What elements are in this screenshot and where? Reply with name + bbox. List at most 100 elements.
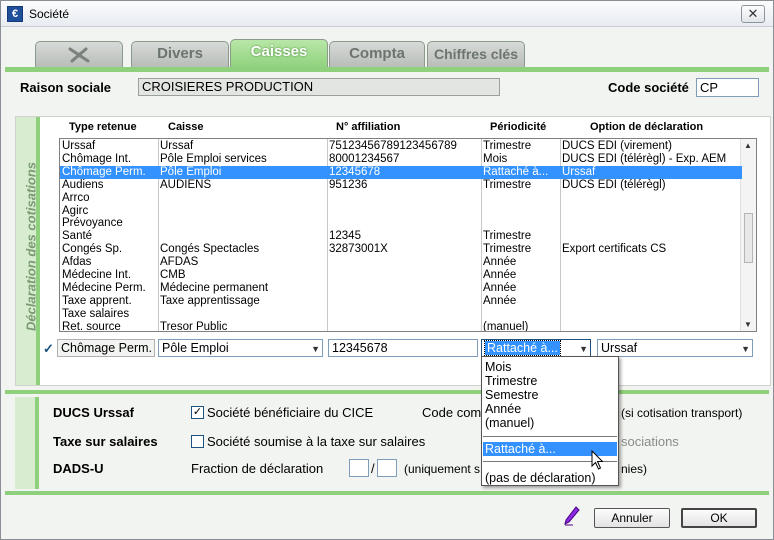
cancel-button[interactable]: Annuler: [594, 508, 670, 528]
table-cell: Médecine Perm.: [62, 281, 146, 294]
table-cell: [483, 308, 560, 321]
table-cell: Taxe apprentissage: [160, 294, 260, 307]
table-cell: Congés Spectacles: [160, 243, 260, 256]
table-row[interactable]: Médecine Perm. Médecine permanent Année: [60, 282, 742, 295]
table-row[interactable]: Chômage Int. Pôle Emploi services 80001234…: [60, 153, 742, 166]
scroll-thumb[interactable]: [744, 213, 753, 263]
table-row[interactable]: Taxe salaires: [60, 308, 742, 321]
table-cell: Trimestre: [483, 243, 532, 256]
table-cell: AFDAS: [160, 256, 199, 269]
table-cell: [562, 192, 740, 205]
table-cell: [562, 230, 740, 243]
edit-periodicite-select[interactable]: Rattaché à... ▼: [481, 339, 591, 357]
header-row: Raison sociale CROISIERES PRODUCTION Cod…: [5, 73, 769, 103]
table-cell: Chômage Perm.: [62, 165, 146, 178]
col-periodicite: Périodicité: [490, 121, 547, 133]
code-societe-input[interactable]: CP: [696, 78, 759, 97]
option-annee[interactable]: Année: [485, 402, 521, 416]
table-row[interactable]: Taxe apprent. Taxe apprentissage Année: [60, 295, 742, 308]
table-row[interactable]: Santé 12345 Trimestre: [60, 230, 742, 243]
edit-caisse-select[interactable]: Pôle Emploi ▼: [158, 339, 323, 357]
mouse-cursor-icon: [591, 450, 604, 470]
table-cell: Rattaché à...: [483, 165, 549, 178]
table-cell: DUCS EDI (virement): [562, 140, 672, 152]
table-cell: Agirc: [62, 204, 89, 217]
col-type-retenue: Type retenue: [69, 121, 137, 133]
table-row[interactable]: Afdas AFDAS Année: [60, 256, 742, 269]
table-row[interactable]: Audiens AUDIENS 951236 Trimestre DUCS EDI (t…: [60, 179, 742, 192]
table-cell: [329, 205, 481, 218]
close-button[interactable]: ✕: [741, 5, 765, 23]
check-icon: ✓: [43, 341, 54, 356]
window-title: Société: [29, 7, 70, 21]
table-cell: Année: [483, 281, 517, 294]
table-row[interactable]: Ret. source Tresor Public (manuel): [60, 320, 742, 332]
table-cell: Pôle Emploi: [160, 165, 222, 178]
chevron-down-icon[interactable]: ▼: [579, 341, 588, 356]
settings-side-bar: [15, 397, 39, 489]
associations-text: sociations: [621, 434, 679, 449]
window: € Société ✕ Divers Caisses Compta Chiffr…: [0, 0, 774, 540]
tab-chiffres-cles[interactable]: Chiffres clés: [427, 41, 525, 67]
chevron-down-icon[interactable]: ▼: [311, 341, 320, 356]
option-semestre[interactable]: Semestre: [485, 388, 539, 402]
table-cell: [562, 256, 740, 269]
table-cell: [329, 217, 481, 230]
fraction-denominator-input[interactable]: [377, 459, 397, 477]
table-cell: [483, 192, 560, 205]
grid-scrollbar[interactable]: ▲ ▼: [740, 139, 756, 331]
table-cell: [329, 295, 481, 308]
ok-button[interactable]: OK: [681, 508, 757, 528]
table-row[interactable]: Médecine Int. CMB Année: [60, 269, 742, 282]
scroll-up-icon[interactable]: ▲: [744, 141, 752, 150]
table-cell: Urssaf: [562, 165, 596, 178]
table-cell: Ret. source: [62, 320, 121, 332]
fraction-label: Fraction de déclaration: [191, 461, 324, 476]
edit-option-select[interactable]: Urssaf ▼: [597, 339, 753, 357]
cotisations-grid[interactable]: ▲ ▼ Urssaf Urssaf 75123456789123456789 Trim…: [59, 138, 757, 332]
tab-home[interactable]: [35, 41, 123, 67]
scroll-down-icon[interactable]: ▼: [744, 320, 752, 329]
table-cell: Mois: [483, 152, 508, 165]
taxe-checkbox[interactable]: [191, 435, 204, 448]
edit-affiliation-input[interactable]: 12345678: [328, 339, 478, 357]
table-cell: Chômage Int.: [62, 152, 132, 165]
table-row[interactable]: Prévoyance: [60, 217, 742, 230]
ducs-urssaf-label: DUCS Urssaf: [53, 405, 134, 420]
table-cell: Pôle Emploi services: [160, 152, 267, 165]
cice-checkbox[interactable]: ✓: [191, 406, 204, 419]
table-cell: Arrco: [62, 191, 90, 204]
table-cell: Export certificats CS: [562, 243, 667, 256]
table-cell: [329, 321, 481, 331]
option-manuel[interactable]: (manuel): [485, 416, 534, 430]
tab-divers[interactable]: Divers: [131, 41, 229, 67]
chevron-down-icon[interactable]: ▼: [741, 341, 750, 356]
table-cell: Année: [483, 294, 517, 307]
table-cell: CMB: [160, 269, 186, 281]
table-row[interactable]: Congés Sp. Congés Spectacles 32873001X Trim…: [60, 243, 742, 256]
table-cell: [562, 205, 740, 218]
pen-icon[interactable]: [563, 505, 581, 527]
table-cell: Urssaf: [62, 140, 96, 152]
fraction-numerator-input[interactable]: [349, 459, 369, 477]
tab-caisses[interactable]: Caisses: [230, 39, 328, 69]
option-pas-de-declaration[interactable]: (pas de déclaration): [485, 471, 595, 485]
table-cell: Audiens: [62, 178, 104, 191]
tab-strip: [5, 67, 769, 72]
table-cell: [483, 217, 560, 230]
table-cell: [329, 308, 481, 321]
dragonfly-icon: [68, 47, 90, 63]
table-row[interactable]: Agirc: [60, 205, 742, 218]
cotisations-side-label: Déclaration des cotisations: [16, 117, 40, 385]
table-cell: Trimestre: [483, 230, 532, 243]
table-row[interactable]: Urssaf Urssaf 75123456789123456789 Trimestr…: [60, 140, 742, 153]
table-row[interactable]: Chômage Perm. Pôle Emploi 12345678 Rattaché…: [60, 165, 742, 179]
table-cell: [562, 295, 740, 308]
raison-sociale-field: CROISIERES PRODUCTION: [138, 78, 500, 96]
option-mois[interactable]: Mois: [485, 360, 511, 374]
option-trimestre[interactable]: Trimestre: [485, 374, 537, 388]
table-row[interactable]: Arrco: [60, 192, 742, 205]
tab-compta[interactable]: Compta: [329, 41, 425, 67]
col-caisse: Caisse: [168, 121, 204, 133]
table-cell: [562, 308, 740, 321]
